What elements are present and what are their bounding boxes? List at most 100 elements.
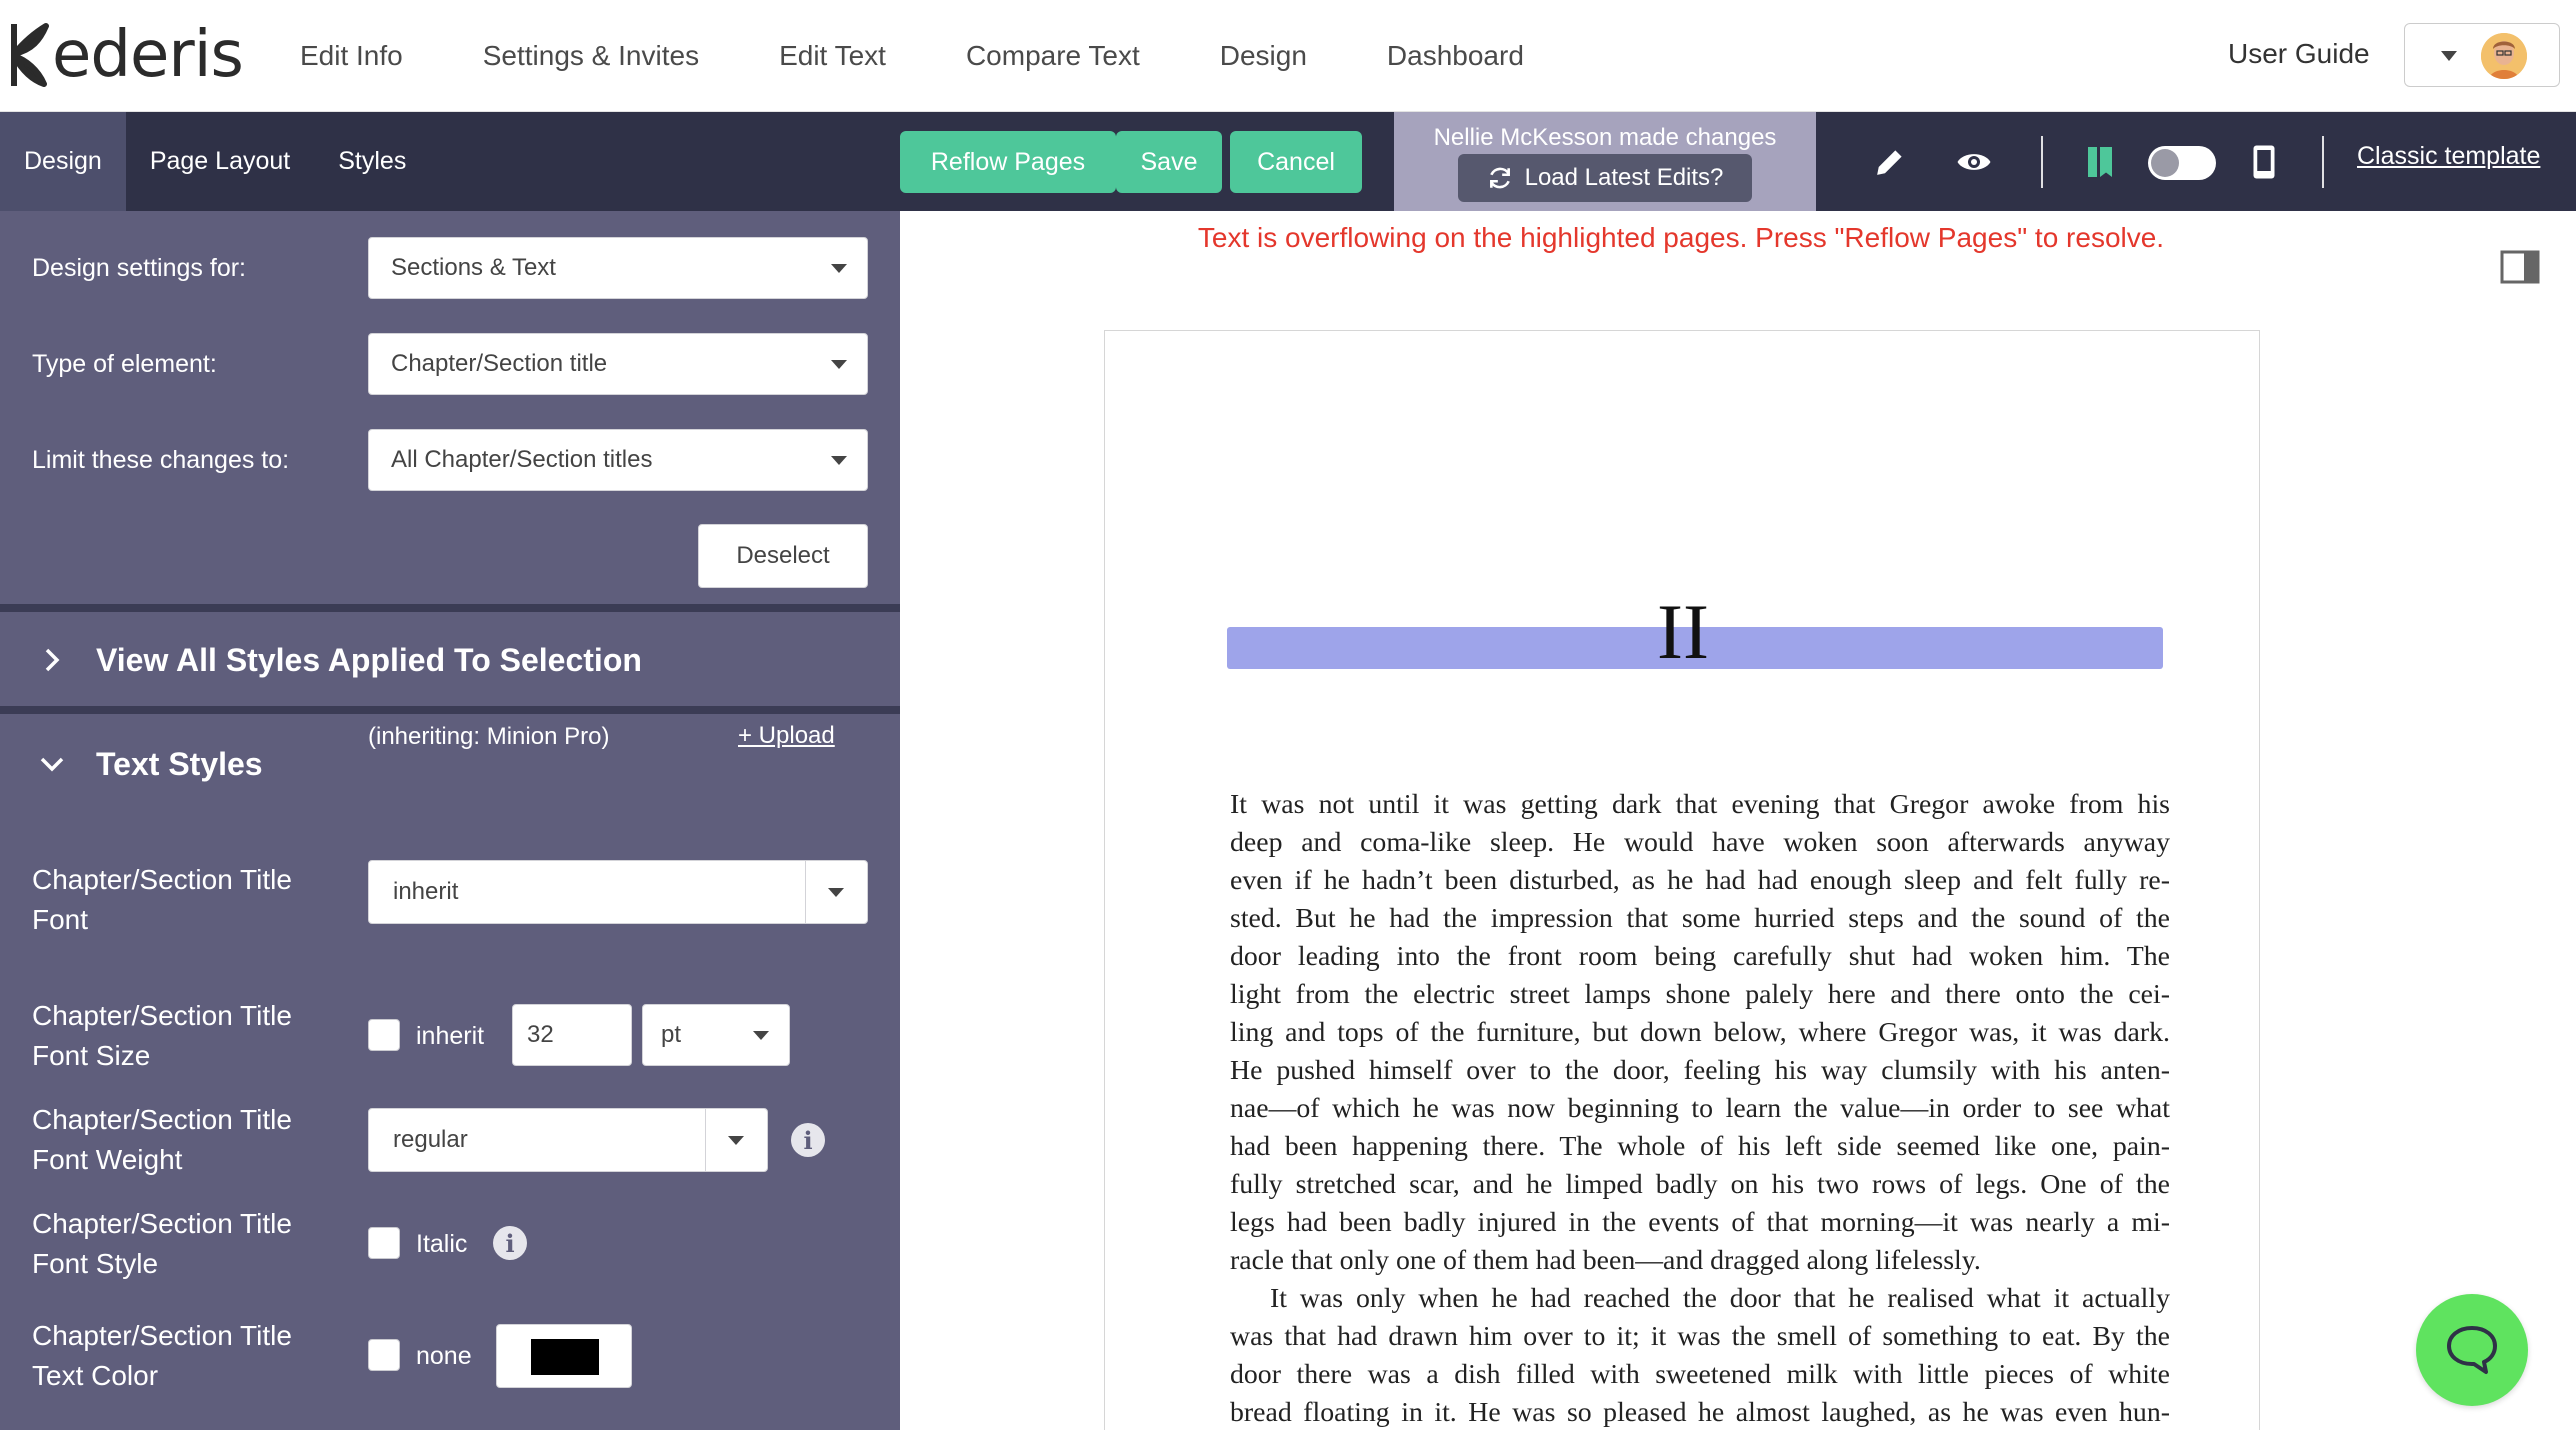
classic-template-link[interactable]: Classic template — [2357, 142, 2540, 171]
ebook-device-icon[interactable] — [2242, 140, 2286, 184]
font-inherit-hint: (inheriting: Minion Pro) — [368, 723, 610, 750]
print-book-icon[interactable] — [2078, 140, 2122, 184]
font-size-unit-value: pt — [661, 1021, 682, 1048]
reflow-pages-button[interactable]: Reflow Pages — [900, 131, 1116, 193]
upload-font-link[interactable]: + Upload — [738, 722, 835, 750]
text-line: It was only when he had reached the door… — [1270, 1283, 2170, 1314]
text-line: nae—of which he was now beginning to lea… — [1230, 1093, 2170, 1124]
chevron-down-icon — [32, 744, 72, 784]
cancel-button[interactable]: Cancel — [1230, 131, 1362, 193]
font-weight-dropdown-toggle[interactable] — [705, 1109, 767, 1171]
text-line: light from the electric street lamps sho… — [1230, 979, 2170, 1010]
text-line: was that had drawn him over to it; it wa… — [1230, 1321, 2170, 1352]
color-none-checkbox[interactable] — [368, 1339, 400, 1371]
font-size-unit-select[interactable]: pt — [642, 1004, 790, 1066]
text-styles-label: Text Styles — [96, 745, 263, 782]
user-menu-button[interactable] — [2404, 23, 2560, 87]
caret-down-icon — [2441, 51, 2457, 61]
text-line: fully stretched scar, and he limped badl… — [1230, 1169, 2170, 1200]
toolbar-separator — [2322, 136, 2324, 188]
text-line: He pushed himself over to the door, feel… — [1230, 1055, 2170, 1086]
format-toggle[interactable] — [2148, 146, 2216, 180]
element-type-select[interactable]: Chapter/Section title — [368, 333, 868, 395]
font-weight-select[interactable]: regular — [368, 1108, 768, 1172]
design-settings-select[interactable]: Sections & Text — [368, 237, 868, 299]
logo-leaf-icon — [11, 23, 49, 87]
title-font-label: Chapter/Section Title Font — [32, 864, 292, 935]
nav-edit-info[interactable]: Edit Info — [300, 40, 403, 72]
caret-down-icon — [828, 888, 844, 897]
chapter-title-highlight[interactable] — [1227, 627, 2163, 669]
font-size-input[interactable]: 32 — [512, 1004, 632, 1066]
info-icon[interactable]: i — [493, 1226, 527, 1260]
text-styles-toggle[interactable]: Text Styles — [32, 736, 263, 792]
preview-eye-icon[interactable] — [1952, 140, 1996, 184]
design-settings-value: Sections & Text — [391, 254, 556, 281]
nav-design[interactable]: Design — [1220, 40, 1307, 72]
collaborator-notice: Nellie McKesson made changes Load Latest… — [1394, 112, 1816, 211]
color-none-label: none — [416, 1342, 472, 1370]
element-type-label: Type of element: — [32, 350, 217, 378]
overflow-warning: Text is overflowing on the highlighted p… — [1197, 222, 2165, 253]
edit-pencil-icon[interactable] — [1868, 140, 1912, 184]
info-icon[interactable]: i — [791, 1123, 825, 1157]
text-line: even if he hadn’t been disturbed, as he … — [1230, 865, 2170, 896]
tab-design[interactable]: Design — [0, 112, 126, 211]
size-inherit-label: inherit — [416, 1022, 485, 1050]
text-color-picker[interactable] — [496, 1324, 632, 1388]
nav-edit-text[interactable]: Edit Text — [779, 40, 886, 72]
sidebar-toggle-icon[interactable] — [2500, 250, 2540, 284]
logo-text: ederis — [52, 18, 244, 92]
italic-label: Italic — [416, 1230, 468, 1258]
text-line: door there was a dish filled with sweete… — [1230, 1359, 2170, 1390]
save-button[interactable]: Save — [1116, 131, 1222, 193]
page-body-text: It was not until it was getting dark tha… — [1230, 786, 2170, 1430]
notice-text: Nellie McKesson made changes — [1433, 124, 1777, 151]
load-latest-edits-button[interactable]: Load Latest Edits? — [1458, 154, 1752, 202]
size-inherit-checkbox[interactable] — [368, 1019, 400, 1051]
avatar — [2481, 33, 2527, 79]
toolbar-separator — [2041, 136, 2043, 188]
deselect-button[interactable]: Deselect — [698, 524, 868, 588]
nav-compare-text[interactable]: Compare Text — [966, 40, 1140, 72]
tab-styles[interactable]: Styles — [314, 112, 430, 211]
view-all-styles-label: View All Styles Applied To Selection — [96, 641, 642, 678]
chevron-right-icon — [32, 640, 72, 680]
font-size-value: 32 — [527, 1021, 554, 1048]
text-line: door leading into the front room being c… — [1230, 941, 2170, 972]
panel-divider — [0, 706, 900, 714]
text-line: legs had been badly injured in the event… — [1230, 1207, 2170, 1238]
color-swatch — [531, 1339, 599, 1375]
title-font-style-label: Chapter/Section Title Font Style — [32, 1208, 292, 1279]
caret-down-icon — [831, 360, 847, 369]
nav-settings-invites[interactable]: Settings & Invites — [483, 40, 699, 72]
nav-dashboard[interactable]: Dashboard — [1387, 40, 1524, 72]
view-all-styles-toggle[interactable]: View All Styles Applied To Selection — [32, 632, 642, 688]
limit-changes-label: Limit these changes to: — [32, 446, 290, 474]
text-line: ling and tops of the furniture, but down… — [1230, 1017, 2170, 1048]
title-text-color-label: Chapter/Section Title Text Color — [32, 1320, 292, 1391]
limit-changes-value: All Chapter/Section titles — [391, 446, 653, 473]
panel-divider — [0, 604, 900, 612]
refresh-icon — [1489, 167, 1510, 189]
caret-down-icon — [728, 1136, 744, 1145]
title-font-size-label: Chapter/Section Title Font Size — [32, 1000, 292, 1071]
text-line: had been happening there. The whole of h… — [1230, 1131, 2170, 1162]
caret-down-icon — [831, 264, 847, 273]
text-line: deep and coma-like sleep. He would have … — [1230, 827, 2170, 858]
ederis-logo[interactable]: ederis — [10, 18, 244, 92]
italic-checkbox[interactable] — [368, 1227, 400, 1259]
limit-changes-select[interactable]: All Chapter/Section titles — [368, 429, 868, 491]
caret-down-icon — [831, 456, 847, 465]
chat-bubble-icon[interactable] — [2416, 1294, 2528, 1406]
caret-down-icon — [753, 1031, 769, 1040]
top-navigation: ederis Edit Info Settings & Invites Edit… — [0, 0, 2576, 112]
editor-toolbar: Design Page Layout Styles Reflow Pages S… — [0, 112, 2576, 211]
user-guide-link[interactable]: User Guide — [2228, 38, 2370, 70]
title-font-dropdown-toggle[interactable] — [805, 861, 867, 923]
title-font-select[interactable]: inherit — [368, 860, 868, 924]
main-nav: Edit Info Settings & Invites Edit Text C… — [300, 0, 1604, 112]
tab-page-layout[interactable]: Page Layout — [126, 112, 314, 211]
text-line: sted. But he had the impression that som… — [1230, 903, 2170, 934]
title-font-value: inherit — [393, 878, 459, 905]
